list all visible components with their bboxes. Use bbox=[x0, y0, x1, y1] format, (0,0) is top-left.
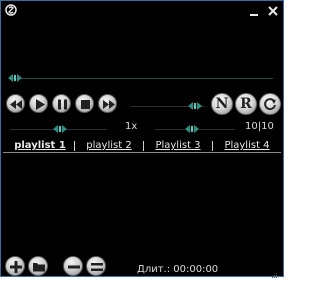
remove-all-button[interactable] bbox=[86, 256, 106, 276]
tab-separator bbox=[212, 141, 213, 151]
minimize-icon[interactable] bbox=[249, 5, 259, 17]
folder-icon bbox=[33, 263, 45, 272]
repeat-icon bbox=[264, 98, 276, 111]
pause-button[interactable] bbox=[52, 94, 71, 113]
tab-playlist-2[interactable]: playlist 2 bbox=[76, 139, 142, 152]
stop-button[interactable] bbox=[75, 94, 94, 113]
close-icon[interactable] bbox=[267, 5, 279, 17]
track-counter: 10|10 bbox=[245, 121, 274, 132]
tab-playlist-3[interactable]: Playlist 3 bbox=[145, 139, 211, 152]
title-bar[interactable] bbox=[1, 1, 283, 21]
seek-track bbox=[11, 78, 273, 79]
fast-forward-button[interactable] bbox=[98, 94, 117, 113]
tab-separator bbox=[143, 141, 144, 151]
open-folder-button[interactable] bbox=[28, 256, 48, 276]
tab-playlist-1[interactable]: playlist 1 bbox=[7, 139, 73, 152]
balance-thumb[interactable] bbox=[185, 125, 199, 133]
n-label: N bbox=[215, 96, 229, 112]
playlist-tabs: playlist 1 playlist 2 Playlist 3 Playlis… bbox=[3, 139, 281, 153]
rewind-button[interactable] bbox=[6, 94, 25, 113]
repeat-button[interactable] bbox=[259, 93, 281, 115]
speed-thumb[interactable] bbox=[53, 125, 67, 133]
resize-grip[interactable] bbox=[271, 264, 278, 278]
play-button[interactable] bbox=[29, 94, 48, 113]
volume-thumb[interactable] bbox=[188, 102, 202, 110]
remove-selected-button[interactable] bbox=[63, 256, 83, 276]
play-icon bbox=[36, 99, 45, 110]
r-label: R bbox=[240, 96, 252, 112]
resize-grip-icon bbox=[272, 273, 277, 278]
random-mode-button[interactable]: R bbox=[235, 93, 257, 115]
stop-icon bbox=[81, 100, 90, 109]
next-mode-button[interactable]: N bbox=[211, 93, 233, 115]
duration-label: Длит.: 00:00:00 bbox=[137, 264, 219, 275]
fast-forward-icon bbox=[103, 100, 115, 109]
minus-minus-icon bbox=[91, 263, 103, 271]
app-icon bbox=[5, 4, 17, 16]
seek-thumb[interactable] bbox=[8, 74, 22, 82]
minus-icon bbox=[68, 265, 80, 269]
rewind-icon bbox=[10, 100, 22, 109]
playlist-area[interactable] bbox=[3, 154, 281, 254]
tab-separator bbox=[74, 141, 75, 151]
add-file-button[interactable] bbox=[5, 256, 25, 276]
player-window: N R 1x 10|10 playlist 1 playlist 2 Playl… bbox=[0, 0, 284, 278]
plus-icon bbox=[10, 261, 22, 273]
speed-label: 1x bbox=[125, 121, 138, 132]
tab-playlist-4[interactable]: Playlist 4 bbox=[214, 139, 280, 152]
pause-icon bbox=[58, 99, 67, 110]
tabs-underline bbox=[3, 152, 281, 153]
